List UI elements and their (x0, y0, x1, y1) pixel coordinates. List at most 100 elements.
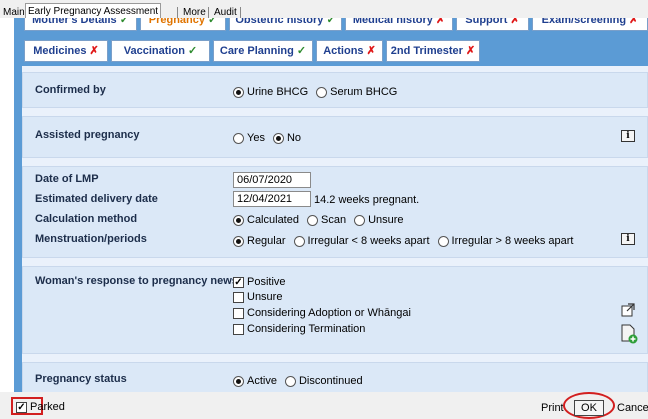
tab-2nd-trimester[interactable]: 2nd Trimester ✗ (386, 40, 480, 62)
adoption-label: Considering Adoption or Whāngai (247, 307, 411, 319)
response-adoption-option: Considering Adoption or Whāngai (233, 307, 411, 319)
irregular-lt8-label: Irregular < 8 weeks apart (307, 235, 430, 247)
pregnancy-status-label: Pregnancy status (35, 373, 127, 385)
calculated-radio[interactable] (233, 214, 244, 226)
confirmed-by-radio-group: Urine BHCG Serum BHCG (233, 86, 397, 98)
assisted-pregnancy-section: Assisted pregnancy Yes No i (22, 116, 648, 158)
irregular-gt8-label: Irregular > 8 weeks apart (451, 235, 574, 247)
tab-label: Support (465, 18, 508, 26)
calculated-label: Calculated (247, 214, 299, 226)
top-tab-bar: Main Early Pregnancy Assessment More Aud… (0, 0, 648, 19)
assessment-form-area: Mother's Details ✓ Pregnancy ✓ Obstetric… (14, 18, 648, 392)
tab-label: Actions (323, 45, 364, 57)
weeks-pregnant-text: 14.2 weeks pregnant. (314, 194, 420, 206)
scan-radio[interactable] (306, 214, 318, 226)
tab-label: Medicines (33, 45, 87, 57)
lmp-date-field[interactable]: 06/07/2020 (233, 172, 311, 188)
urine-bhcg-label: Urine BHCG (247, 86, 309, 98)
tab-label: Medical history (352, 18, 433, 26)
tab-medicines[interactable]: Medicines ✗ (24, 40, 108, 62)
calculation-method-radio-group: Calculated Scan Unsure (233, 214, 404, 226)
tab-pregnancy[interactable]: Pregnancy ✓ (140, 18, 226, 31)
unsure-label: Unsure (247, 291, 283, 303)
termination-checkbox[interactable] (233, 323, 244, 335)
tab-obstetric-history[interactable]: Obstetric history ✓ (229, 18, 342, 31)
complete-icon: ✓ (296, 45, 307, 57)
termination-label: Considering Termination (247, 323, 366, 335)
assisted-yes-radio[interactable] (233, 132, 244, 144)
incomplete-icon: ✗ (510, 18, 520, 26)
tab-exam-screening[interactable]: Exam/screening ✗ (532, 18, 648, 31)
discontinued-radio[interactable] (284, 375, 296, 387)
assisted-pregnancy-radio-group: Yes No (233, 132, 301, 144)
assisted-yes-label: Yes (247, 132, 265, 144)
parked-highlight: ✓ Parked (11, 397, 65, 415)
tab-support[interactable]: Support ✗ (456, 18, 529, 31)
incomplete-icon: ✗ (435, 18, 446, 26)
menstruation-label: Menstruation/periods (35, 233, 147, 245)
edd-label: Estimated delivery date (35, 193, 158, 205)
print-button[interactable]: Print (541, 402, 564, 414)
dates-section: Date of LMP 06/07/2020 Estimated deliver… (22, 166, 648, 258)
response-label: Woman's response to pregnancy news (35, 275, 238, 287)
tab-mothers-details[interactable]: Mother's Details ✓ (24, 18, 137, 31)
add-document-icon[interactable] (620, 324, 638, 344)
urine-bhcg-radio[interactable] (233, 86, 244, 98)
unsure-checkbox[interactable] (233, 291, 244, 303)
tab-label: Obstetric history (235, 18, 324, 26)
menstruation-radio-group: Regular Irregular < 8 weeks apart Irregu… (233, 235, 574, 247)
incomplete-icon: ✗ (465, 45, 476, 57)
tab-vaccination[interactable]: Vaccination ✓ (111, 40, 210, 62)
discontinued-label: Discontinued (298, 375, 363, 387)
tab-label: Vaccination (123, 45, 185, 57)
positive-checkbox[interactable]: ✓ (233, 276, 244, 288)
incomplete-icon: ✗ (89, 45, 99, 57)
parked-checkbox[interactable]: ✓ (16, 401, 27, 413)
unsure-radio[interactable] (354, 214, 366, 226)
regular-label: Regular (247, 235, 286, 247)
tab-early-pregnancy-assessment[interactable]: Early Pregnancy Assessment (25, 3, 162, 19)
assisted-no-label: No (286, 132, 302, 144)
irregular-gt8-radio[interactable] (437, 235, 449, 247)
tab-care-planning[interactable]: Care Planning ✓ (213, 40, 313, 62)
active-label: Active (247, 375, 277, 387)
response-unsure-option: Unsure (233, 291, 282, 303)
response-termination-option: Considering Termination (233, 323, 365, 335)
pregnancy-status-radio-group: Active Discontinued (233, 375, 363, 387)
positive-label: Positive (247, 276, 286, 288)
tab-actions[interactable]: Actions ✗ (316, 40, 383, 62)
adoption-checkbox[interactable] (233, 307, 244, 319)
confirmed-by-label: Confirmed by (35, 84, 106, 96)
calculation-method-label: Calculation method (35, 213, 138, 225)
pregnancy-response-section: Woman's response to pregnancy news ✓ Posi… (22, 266, 648, 354)
lmp-label: Date of LMP (35, 173, 99, 185)
complete-icon: ✓ (187, 45, 198, 57)
info-icon[interactable]: i (621, 130, 635, 142)
incomplete-icon: ✗ (366, 45, 376, 57)
response-positive-option: ✓ Positive (233, 276, 286, 288)
parked-option: ✓ Parked (16, 401, 65, 413)
tab-medical-history[interactable]: Medical history ✗ (345, 18, 453, 31)
info-icon[interactable]: i (621, 233, 635, 245)
tab-label: 2nd Trimester (390, 45, 463, 57)
complete-icon: ✓ (208, 18, 218, 26)
cancel-button[interactable]: Cancel (617, 402, 648, 414)
parked-label: Parked (30, 401, 65, 413)
active-radio[interactable] (233, 375, 244, 387)
assisted-pregnancy-label: Assisted pregnancy (35, 129, 140, 141)
pregnancy-tab-content: Confirmed by Urine BHCG Serum BHCG Assis… (22, 66, 648, 392)
edd-date-field[interactable]: 12/04/2021 (233, 191, 311, 207)
pregnancy-status-section: Pregnancy status Active Discontinued (22, 362, 648, 392)
serum-bhcg-radio[interactable] (316, 86, 328, 98)
confirmed-by-section: Confirmed by Urine BHCG Serum BHCG (22, 72, 648, 108)
ok-button[interactable]: OK (574, 400, 604, 416)
irregular-lt8-radio[interactable] (293, 235, 305, 247)
complete-icon: ✓ (326, 18, 336, 26)
regular-radio[interactable] (233, 235, 244, 247)
tab-label: Care Planning (219, 45, 294, 57)
tab-label: Exam/screening (541, 18, 627, 26)
assisted-no-radio[interactable] (272, 132, 284, 144)
incomplete-icon: ✗ (629, 18, 639, 26)
external-link-icon[interactable] (621, 303, 635, 317)
scan-label: Scan (320, 214, 347, 226)
